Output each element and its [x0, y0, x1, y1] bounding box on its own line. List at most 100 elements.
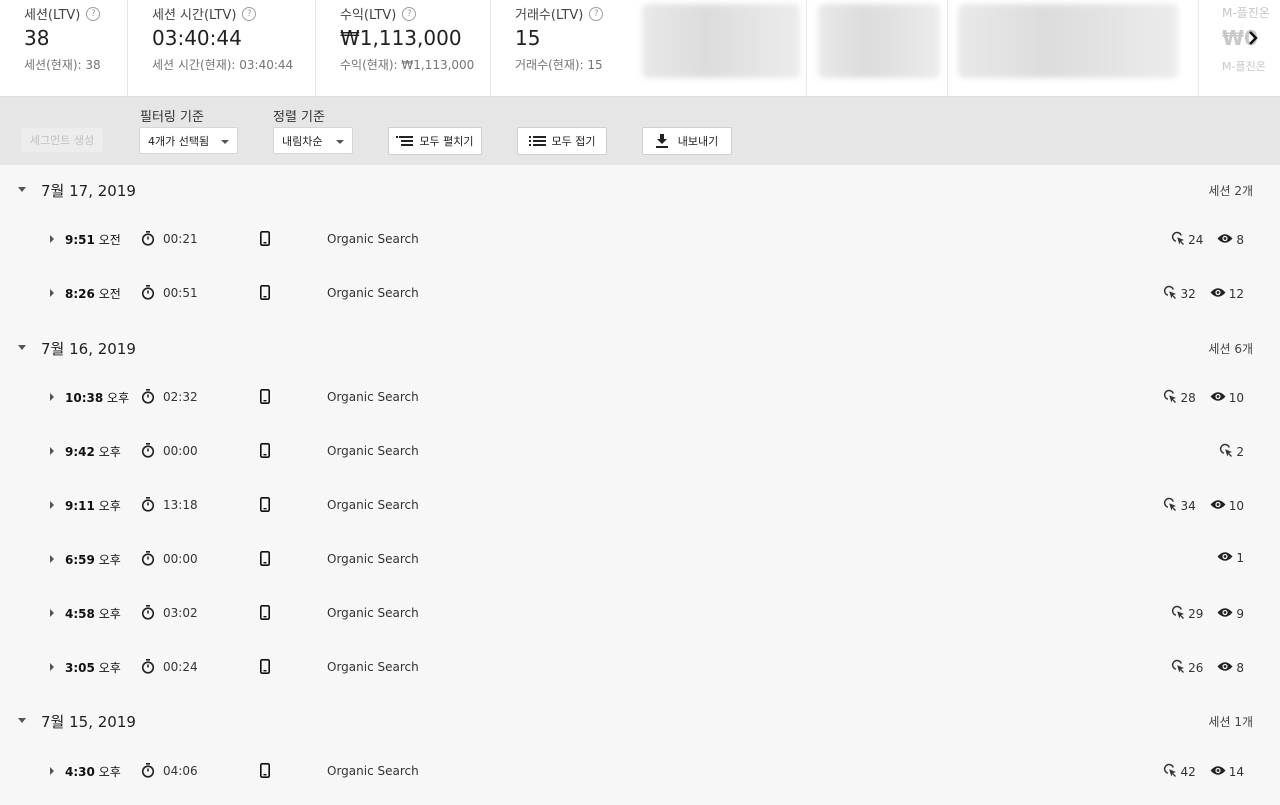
session-row[interactable]: 10:38 오후 02:32 Organic Search 28 10 — [0, 382, 1280, 412]
session-row[interactable]: 9:11 오후 13:18 Organic Search 34 10 — [0, 490, 1280, 520]
redacted-metric — [642, 4, 800, 78]
mobile-device-icon — [260, 605, 270, 624]
caret-right-icon[interactable] — [50, 609, 54, 617]
eye-icon — [1210, 499, 1226, 513]
cursor-click-icon — [1163, 285, 1177, 302]
date-group-header[interactable]: 7월 15, 2019 세션 1개 — [0, 701, 1280, 741]
session-row[interactable]: 9:42 오후 00:00 Organic Search 2 — [0, 436, 1280, 466]
caret-right-icon[interactable] — [50, 235, 54, 243]
caret-down-icon[interactable] — [18, 187, 26, 192]
hits-count: 26 — [1188, 660, 1204, 675]
mobile-device-icon — [260, 443, 270, 462]
list-icon — [528, 136, 546, 146]
session-row[interactable]: 8:26 오전 00:51 Organic Search 32 12 — [0, 278, 1280, 308]
caret-down-icon — [221, 140, 229, 144]
filter-select[interactable]: 4개가 선택됨 — [139, 127, 238, 154]
views-count: 12 — [1228, 286, 1244, 301]
hits-count: 28 — [1180, 390, 1196, 405]
create-segment-button[interactable]: 세그먼트 생성 — [21, 128, 103, 152]
expand-all-button[interactable]: 모두 펼치기 — [388, 127, 482, 155]
mobile-device-icon — [260, 659, 270, 678]
session-row[interactable]: 4:30 오후 04:06 Organic Search 42 14 — [0, 756, 1280, 786]
filter-select-value: 4개가 선택됨 — [148, 134, 210, 148]
session-time-value: 8:26 — [65, 287, 95, 301]
session-row[interactable]: 6:59 오후 00:00 Organic Search 1 — [0, 544, 1280, 574]
session-row[interactable]: 3:05 오후 00:24 Organic Search 26 8 — [0, 652, 1280, 682]
next-metrics-button[interactable] — [1240, 24, 1266, 52]
caret-down-icon — [336, 140, 344, 144]
stopwatch-icon — [141, 497, 155, 516]
session-time-value: 6:59 — [65, 553, 95, 567]
redacted-metric — [818, 4, 940, 78]
session-row[interactable]: 9:51 오전 00:21 Organic Search 24 8 — [0, 224, 1280, 254]
group-date: 7월 16, 2019 — [41, 340, 136, 358]
session-stats: 29 9 — [1171, 605, 1244, 622]
views-stat: 9 — [1217, 607, 1244, 621]
eye-icon — [1210, 765, 1226, 779]
session-time: 9:42 오후 — [65, 443, 121, 460]
hits-stat: 34 — [1163, 497, 1196, 514]
help-icon[interactable]: ? — [589, 6, 604, 21]
caret-down-icon[interactable] — [18, 718, 26, 723]
help-icon[interactable]: ? — [242, 6, 257, 21]
metric-label: 수익(LTV) — [340, 8, 397, 23]
views-count: 8 — [1236, 232, 1244, 247]
views-count: 10 — [1228, 498, 1244, 513]
session-ampm: 오후 — [107, 391, 130, 405]
caret-right-icon[interactable] — [50, 393, 54, 401]
caret-right-icon[interactable] — [50, 447, 54, 455]
collapse-all-button[interactable]: 모두 접기 — [517, 127, 607, 155]
session-ampm: 오후 — [98, 607, 121, 621]
metric-value: 38 — [24, 26, 50, 50]
cursor-click-icon — [1163, 389, 1177, 406]
session-channel: Organic Search — [327, 232, 419, 246]
session-channel: Organic Search — [327, 498, 419, 512]
views-count: 10 — [1228, 390, 1244, 405]
sort-select[interactable]: 내림차순 — [273, 127, 353, 154]
session-ampm: 오후 — [98, 553, 121, 567]
mobile-device-icon — [260, 551, 270, 570]
eye-icon — [1217, 551, 1233, 565]
metric-transactions: 거래수(LTV)? 15 거래수(현재): 15 — [490, 0, 630, 96]
views-stat: 8 — [1217, 661, 1244, 675]
caret-right-icon[interactable] — [50, 663, 54, 671]
export-button[interactable]: 내보내기 — [642, 127, 732, 155]
hits-stat: 28 — [1163, 389, 1196, 406]
caret-right-icon[interactable] — [50, 289, 54, 297]
help-icon[interactable]: ? — [86, 6, 101, 21]
session-time: 6:59 오후 — [65, 551, 121, 568]
session-time-value: 9:42 — [65, 445, 95, 459]
hits-count: 32 — [1180, 286, 1196, 301]
group-date: 7월 17, 2019 — [41, 182, 136, 200]
mobile-device-icon — [260, 285, 270, 304]
cursor-click-icon — [1163, 497, 1177, 514]
faded-metric-label: M-플진온 — [1222, 6, 1270, 20]
session-time: 4:30 오후 — [65, 763, 121, 780]
date-group-header[interactable]: 7월 16, 2019 세션 6개 — [0, 328, 1280, 368]
session-time: 9:11 오후 — [65, 497, 121, 514]
caret-right-icon[interactable] — [50, 767, 54, 775]
session-stats: 1 — [1217, 551, 1244, 565]
views-stat: 10 — [1210, 391, 1244, 405]
views-stat: 1 — [1217, 551, 1244, 565]
caret-down-icon[interactable] — [18, 345, 26, 350]
mobile-device-icon — [260, 231, 270, 250]
session-row[interactable]: 4:58 오후 03:02 Organic Search 29 9 — [0, 598, 1280, 628]
metric-sub: 거래수(현재): 15 — [515, 58, 603, 72]
cursor-click-icon — [1171, 659, 1185, 676]
caret-right-icon[interactable] — [50, 501, 54, 509]
mobile-device-icon — [260, 389, 270, 408]
session-channel: Organic Search — [327, 764, 419, 778]
session-channel: Organic Search — [327, 286, 419, 300]
stopwatch-icon — [141, 551, 155, 570]
cursor-click-icon — [1219, 443, 1233, 460]
filter-label: 필터링 기준 — [140, 110, 204, 125]
metric-sub: 세션(현재): 38 — [24, 58, 101, 72]
session-duration: 00:51 — [163, 286, 198, 300]
session-duration: 00:21 — [163, 232, 198, 246]
caret-right-icon[interactable] — [50, 555, 54, 563]
session-time-value: 9:11 — [65, 499, 95, 513]
views-stat: 10 — [1210, 499, 1244, 513]
date-group-header[interactable]: 7월 17, 2019 세션 2개 — [0, 170, 1280, 210]
help-icon[interactable]: ? — [402, 6, 417, 21]
